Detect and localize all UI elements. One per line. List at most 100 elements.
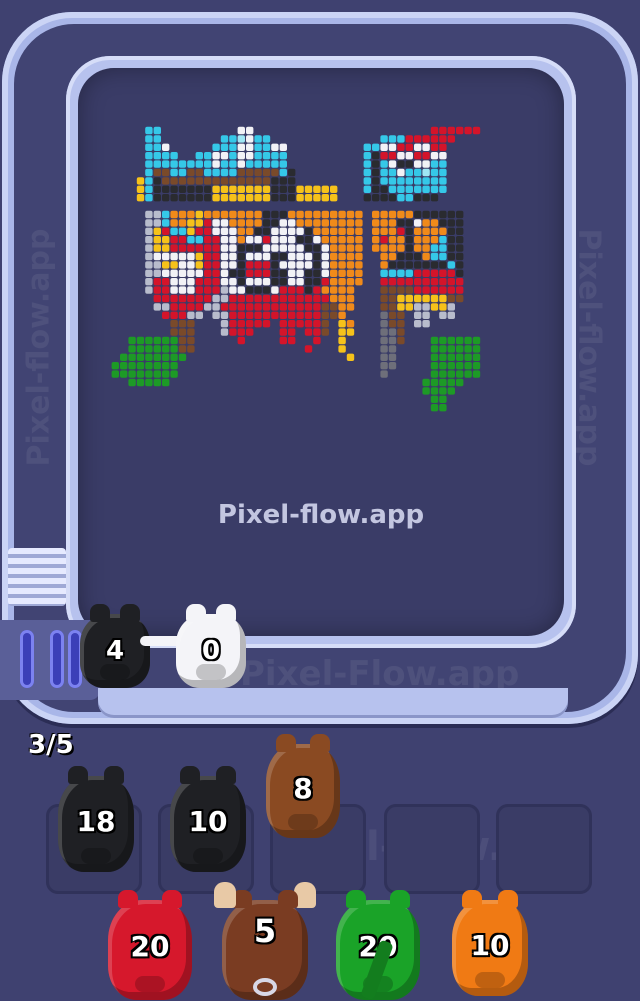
waiting-pig-red[interactable]: 20 — [108, 890, 192, 1000]
queued-pig-brown[interactable]: 8 — [266, 734, 340, 838]
pixel-block — [439, 160, 447, 168]
pixel-block — [330, 244, 338, 252]
pixel-block — [338, 236, 346, 244]
pixel-block — [195, 227, 203, 235]
pixel-block — [145, 210, 153, 219]
pixel-block — [414, 177, 422, 185]
pixel-block — [422, 311, 430, 319]
waiting-pig-orange[interactable]: 10 — [452, 890, 528, 996]
pixel-block — [153, 336, 161, 345]
pixel-block — [330, 286, 338, 294]
pixel-block — [330, 252, 338, 261]
pixel-block — [178, 303, 187, 311]
pixel-block — [422, 185, 430, 193]
pixel-block — [321, 311, 329, 319]
pixel-block — [279, 194, 287, 202]
pixel-block — [246, 219, 254, 227]
conveyor-pig-white[interactable]: 0 — [176, 604, 246, 688]
pixel-block — [254, 135, 262, 143]
pixel-block — [288, 303, 296, 311]
pixel-block — [220, 303, 229, 311]
pixel-block — [229, 252, 237, 261]
pixel-block — [405, 210, 413, 219]
pixel-block — [187, 160, 195, 168]
pixel-block — [380, 261, 388, 269]
pixel-block — [439, 168, 447, 177]
pig-ammo-count: 8 — [293, 772, 313, 806]
pixel-block — [237, 269, 245, 277]
pixel-block — [372, 219, 380, 227]
pixel-art — [111, 126, 481, 412]
pixel-block — [153, 168, 161, 177]
pixel-block — [456, 269, 464, 277]
pixel-block — [128, 378, 136, 387]
waiting-bull[interactable]: 5 — [214, 882, 316, 1000]
pixel-block — [321, 269, 329, 277]
pixel-block — [288, 252, 296, 261]
pixel-block — [414, 303, 422, 311]
pixel-block — [430, 244, 439, 252]
pixel-block — [262, 320, 271, 328]
conveyor-pig-black[interactable]: 4 — [80, 604, 150, 688]
pixel-block — [397, 210, 405, 219]
pixel-block — [279, 311, 287, 319]
feeder-slot — [20, 630, 34, 688]
pixel-block — [178, 252, 187, 261]
pixel-block — [212, 160, 220, 168]
pixel-block — [304, 286, 313, 294]
pixel-block — [128, 353, 136, 361]
pixel-block — [439, 345, 447, 353]
queue-slot[interactable] — [384, 804, 480, 894]
pixel-block — [262, 219, 271, 227]
pixel-block — [405, 168, 413, 177]
queued-pig-black[interactable]: 18 — [58, 766, 134, 872]
pixel-block — [212, 168, 220, 177]
pixel-block — [229, 269, 237, 277]
pixel-block — [321, 219, 329, 227]
pixel-block — [246, 278, 254, 286]
pixel-block — [472, 362, 481, 370]
pixel-block — [338, 286, 346, 294]
pixel-block — [439, 370, 447, 378]
pixel-block — [178, 194, 187, 202]
pixel-block — [212, 227, 220, 235]
pixel-block — [388, 194, 397, 202]
pixel-block — [414, 236, 422, 244]
pixel-block — [162, 244, 170, 252]
pixel-block — [321, 194, 329, 202]
pixel-block — [162, 286, 170, 294]
pixel-block — [321, 303, 329, 311]
pixel-block — [330, 236, 338, 244]
pixel-block — [430, 219, 439, 227]
pixel-block — [204, 252, 212, 261]
pixel-block — [187, 236, 195, 244]
pixel-block — [170, 370, 178, 378]
pixel-block — [456, 278, 464, 286]
pixel-block — [145, 177, 153, 185]
pixel-block — [162, 294, 170, 303]
pixel-block — [220, 244, 229, 252]
pixel-block — [430, 227, 439, 235]
pixel-block — [355, 227, 363, 235]
pixel-block — [430, 252, 439, 261]
pig-ammo-count: 18 — [76, 804, 116, 838]
pixel-block — [220, 236, 229, 244]
pixel-block — [237, 278, 245, 286]
pixel-block — [262, 261, 271, 269]
pixel-block — [162, 345, 170, 353]
pixel-block — [195, 294, 203, 303]
queued-pig-black[interactable]: 10 — [170, 766, 246, 872]
pixel-block — [279, 252, 287, 261]
pixel-block — [388, 185, 397, 193]
pixel-block — [405, 219, 413, 227]
pixel-block — [246, 261, 254, 269]
pixel-block — [145, 278, 153, 286]
pixel-block — [136, 177, 145, 185]
pixel-block — [288, 278, 296, 286]
pixel-block — [304, 244, 313, 252]
queue-slot[interactable] — [496, 804, 592, 894]
pixel-block — [145, 236, 153, 244]
pixel-block — [405, 261, 413, 269]
pixel-block — [162, 236, 170, 244]
pixel-block — [439, 152, 447, 160]
